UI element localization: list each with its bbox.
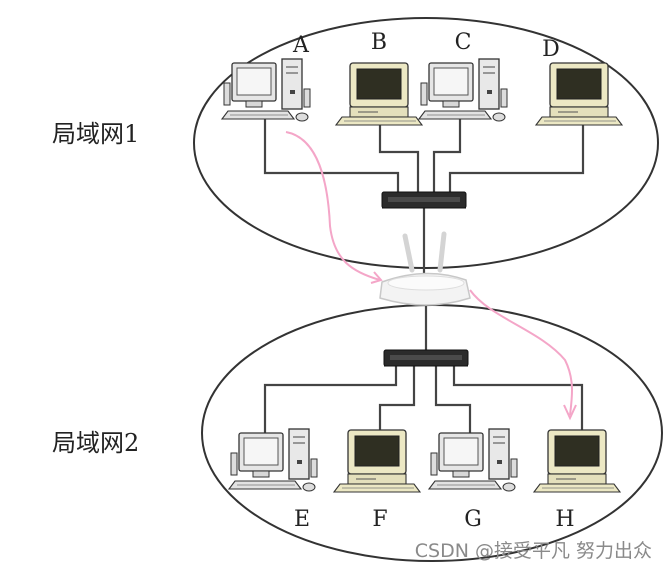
- computer-h-icon: [533, 429, 621, 493]
- watermark: CSDN @接受平凡 努力出众: [415, 540, 652, 562]
- computer-a-icon: [221, 58, 311, 122]
- computer-label-f: F: [372, 507, 387, 532]
- lan-1-label: 局域网1: [52, 120, 139, 148]
- switch-icon: [381, 191, 467, 209]
- computer-f-icon: [333, 429, 421, 493]
- network-diagram: A B C D E F G H 局域网1 局域网2 CSDN @接受平凡 努力出…: [52, 17, 663, 562]
- lan-2-label: 局域网2: [52, 429, 139, 457]
- computer-label-g: G: [464, 507, 482, 532]
- computer-e-icon: [228, 428, 318, 492]
- computer-label-a: A: [292, 33, 310, 58]
- computer-label-c: C: [455, 30, 472, 55]
- computer-d-icon: [535, 62, 623, 126]
- switch-icon: [383, 349, 469, 367]
- computer-label-e: E: [294, 507, 310, 532]
- computer-c-icon: [418, 58, 508, 122]
- lan-1-boundary: [193, 17, 659, 269]
- computer-g-icon: [428, 428, 518, 492]
- lan-2-wiring: [263, 303, 584, 433]
- computer-label-b: B: [371, 30, 387, 55]
- computer-label-h: H: [555, 507, 574, 532]
- computer-label-d: D: [542, 37, 560, 62]
- computer-b-icon: [335, 62, 423, 126]
